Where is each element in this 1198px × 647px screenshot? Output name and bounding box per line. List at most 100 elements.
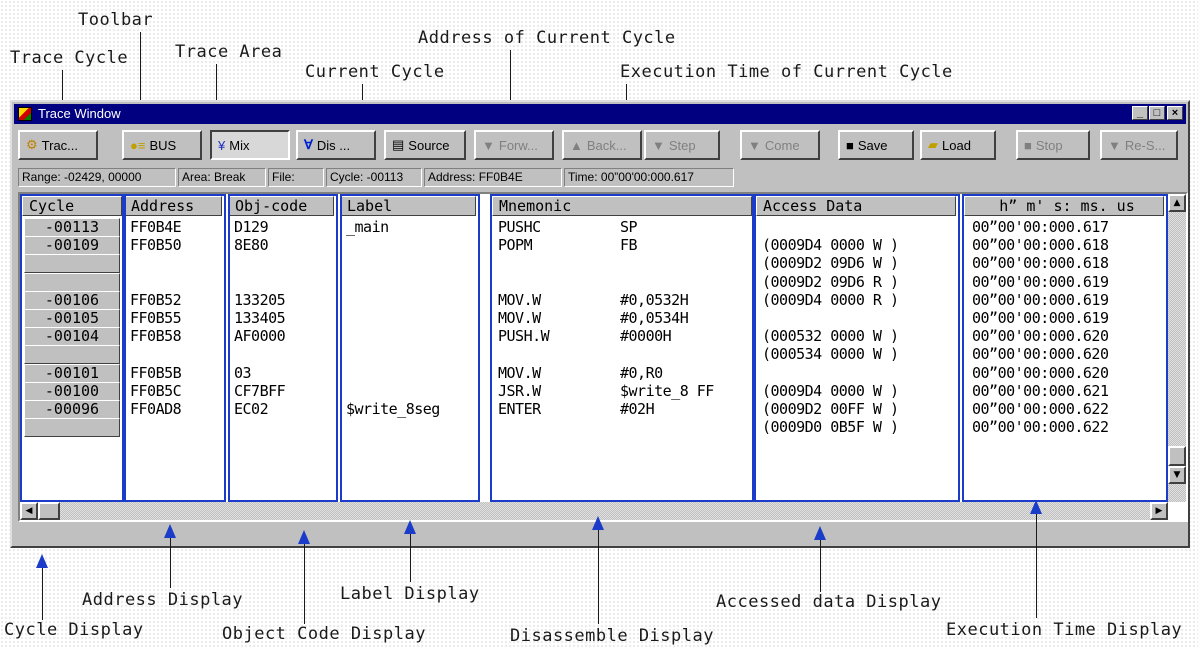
operand-cell: #0,R0 [620, 364, 663, 382]
operand-cell: #0,0534H [620, 310, 689, 327]
bus-button-label: BUS [149, 137, 177, 153]
time-cell: 00”00'00:000.619 [972, 272, 1109, 291]
window-title: Trace Window [38, 106, 121, 121]
scroll-down-button[interactable]: ▼ [1168, 466, 1186, 484]
time-cell: 00”00'00:000.618 [972, 236, 1109, 255]
access-data-cell: (000532 0000 W ) [762, 327, 899, 346]
scroll-left-button[interactable]: ◀ [20, 502, 38, 520]
title-bar[interactable]: Trace Window _ □ × [14, 104, 1186, 124]
cycle-cell[interactable] [24, 254, 120, 274]
disassemble-button-label: Dis ... [316, 137, 351, 153]
step-button[interactable]: ▼ Step [644, 130, 720, 160]
annotation-line-address-display [170, 538, 171, 588]
cycle-cell[interactable] [24, 345, 120, 365]
time-cell: 00”00'00:000.621 [972, 381, 1109, 400]
maximize-button[interactable]: □ [1149, 106, 1165, 120]
annotation-exec-time-current-cycle: Execution Time of Current Cycle [620, 62, 953, 82]
back-button-label: Back... [586, 137, 627, 153]
operand-cell: FB [620, 237, 638, 255]
vertical-scrollbar[interactable]: ▲ ▼ [1168, 194, 1186, 502]
mnemonic-cell: ENTER [498, 400, 541, 418]
save-button-label: Save [857, 137, 888, 153]
address-cell: FF0B58 [130, 327, 182, 346]
trace-button[interactable]: ⚙ Trac... [18, 130, 98, 160]
status-area: Area: Break [178, 168, 266, 187]
annotation-line-object-code [304, 544, 305, 624]
close-button[interactable]: × [1167, 106, 1183, 120]
stop-icon: ■ [1024, 137, 1032, 153]
bus-button[interactable]: ●≡ BUS [122, 130, 202, 160]
trace-button-label: Trac... [41, 137, 79, 153]
annotation-cycle-display: Cycle Display [4, 620, 144, 640]
operand-cell: SP [620, 219, 638, 236]
annotation-line-execution-time [1036, 514, 1037, 618]
back-button[interactable]: ▲ Back... [562, 130, 642, 160]
cycle-cell[interactable]: -00109 [24, 236, 120, 256]
load-button[interactable]: ▰ Load [920, 130, 996, 160]
address-cell: FF0B5C [130, 381, 182, 400]
cycle-cell[interactable]: -00113 [24, 218, 120, 237]
forward-button-label: Forw... [498, 137, 538, 153]
bus-icon: ●≡ [130, 137, 146, 153]
access-data-cell: (000534 0000 W ) [762, 345, 899, 364]
objcode-cell: 8E80 [234, 236, 269, 255]
cycle-cell[interactable]: -00106 [24, 290, 120, 310]
objcode-cell: 133405 [234, 309, 286, 327]
time-cell: 00”00'00:000.620 [972, 327, 1109, 346]
source-button-label: Source [408, 137, 450, 153]
mnemonic-cell: JSR.W [498, 381, 541, 400]
step-button-label: Step [668, 137, 696, 153]
cycle-cell[interactable]: -00105 [24, 309, 120, 328]
source-button[interactable]: ▤ Source [384, 130, 466, 160]
label-cell: _main [346, 218, 389, 236]
back-icon: ▲ [570, 137, 583, 153]
cycle-cell[interactable]: -00104 [24, 327, 120, 347]
operand-cell: #0,0532H [620, 291, 689, 309]
cycle-cell[interactable]: -00096 [24, 400, 120, 419]
objcode-cell: CF7BFF [234, 381, 286, 400]
label-cell: $write_8seg [346, 400, 440, 418]
trace-icon: ⚙ [26, 137, 38, 152]
access-data-cell: (0009D2 09D6 W ) [762, 254, 899, 273]
disassemble-button[interactable]: ∀ Dis ... [296, 130, 376, 160]
status-time: Time: 00”00'00:000.617 [564, 168, 734, 187]
annotation-line-cycle-display [42, 568, 43, 620]
disassemble-icon: ∀ [304, 137, 313, 152]
annotation-arrow-cycle-display [36, 554, 48, 568]
save-button[interactable]: ■ Save [838, 130, 914, 160]
forward-button[interactable]: ▼ Forw... [474, 130, 554, 160]
minimize-button[interactable]: _ [1132, 106, 1148, 120]
mnemonic-cell: MOV.W [498, 309, 541, 327]
scroll-right-button[interactable]: ▶ [1150, 502, 1168, 520]
cycle-cell[interactable]: -00100 [24, 381, 120, 401]
time-cell: 00”00'00:000.622 [972, 400, 1109, 418]
mnemonic-cell: POPM [498, 236, 533, 255]
mix-button[interactable]: ¥ Mix [210, 130, 290, 160]
cycle-cell[interactable] [24, 418, 120, 438]
research-button-label: Re-S... [1124, 137, 1166, 153]
hscroll-thumb[interactable] [38, 502, 60, 520]
annotation-object-code-display: Object Code Display [222, 624, 426, 644]
come-button[interactable]: ▼ Come [740, 130, 820, 160]
access-data-cell: (0009D0 0B5F W ) [762, 418, 899, 437]
time-cell: 00”00'00:000.618 [972, 254, 1109, 273]
annotation-disassemble-display: Disassemble Display [510, 626, 714, 646]
time-cell: 00”00'00:000.617 [972, 218, 1109, 236]
annotation-arrow-disassemble [592, 516, 604, 530]
scroll-up-button[interactable]: ▲ [1168, 194, 1186, 212]
load-icon: ▰ [928, 137, 938, 152]
stop-button[interactable]: ■ Stop [1016, 130, 1090, 160]
time-cell: 00”00'00:000.619 [972, 290, 1109, 309]
cycle-cell[interactable] [24, 272, 120, 292]
cycle-cell[interactable]: -00101 [24, 363, 120, 383]
annotation-trace-area: Trace Area [175, 42, 283, 62]
mnemonic-cell: MOV.W [498, 363, 541, 382]
operand-cell: #02H [620, 401, 655, 418]
scroll-thumb[interactable] [1168, 446, 1186, 466]
research-button[interactable]: ▼ Re-S... [1100, 130, 1178, 160]
access-data-cell: (0009D4 0000 W ) [762, 381, 899, 400]
objcode-cell: AF0000 [234, 327, 286, 346]
access-data-cell: (0009D2 09D6 R ) [762, 272, 899, 291]
status-cycle: Cycle: -00113 [326, 168, 422, 187]
operand-cell: #0000H [620, 328, 672, 346]
